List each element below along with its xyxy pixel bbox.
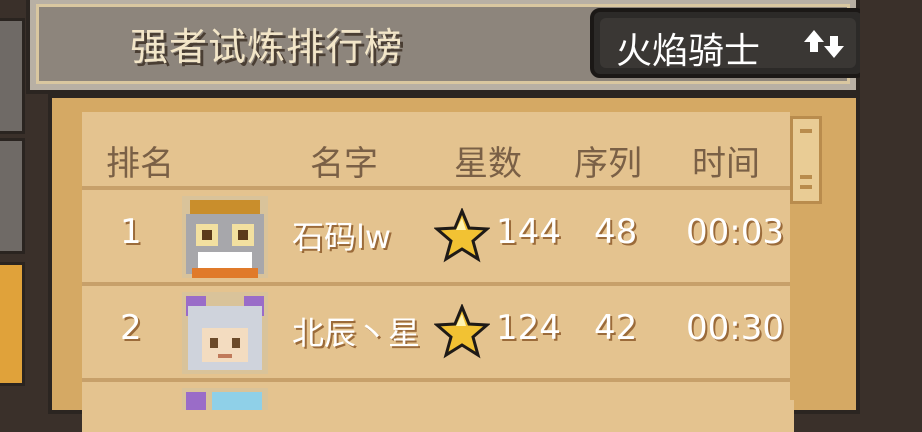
- row-rank: 1: [120, 212, 142, 252]
- row-time: 00:03: [686, 212, 784, 252]
- leaderboard-header: 强者试炼排行榜 火焰骑士: [26, 0, 866, 94]
- table-row[interactable]: [82, 378, 794, 410]
- hero-select-button[interactable]: 火焰骑士: [590, 8, 866, 78]
- scroll-grip: [800, 129, 812, 133]
- row-stars: 124: [496, 308, 561, 348]
- column-sequence: 序列: [574, 144, 642, 184]
- right-edge: [860, 0, 922, 400]
- side-tab-2[interactable]: [0, 138, 25, 254]
- player-avatar: [182, 196, 268, 278]
- column-rank: 排名: [106, 144, 174, 184]
- row-sequence: 42: [594, 308, 638, 348]
- swap-arrows-icon: [804, 30, 844, 58]
- scroll-grip: [800, 175, 812, 179]
- star-icon: [434, 208, 490, 263]
- player-avatar: [182, 388, 268, 410]
- table-row[interactable]: 2 北辰丶星 124 42 00:30: [82, 282, 794, 374]
- table-row[interactable]: 1 石码lw 144 48 00:03: [82, 186, 794, 278]
- side-tab-3[interactable]: [0, 262, 25, 386]
- hero-name-label: 火焰骑士: [616, 31, 761, 72]
- row-sequence: 48: [594, 212, 638, 252]
- scroll-grip: [800, 185, 812, 189]
- scroll-thumb[interactable]: [790, 116, 822, 204]
- row-stars: 144: [496, 212, 561, 252]
- scrollbar[interactable]: [790, 110, 822, 400]
- page-title: 强者试炼排行榜: [130, 25, 404, 69]
- column-time: 时间: [692, 144, 760, 184]
- row-player-name: 石码lw: [292, 218, 392, 256]
- column-name: 名字: [310, 144, 378, 184]
- player-avatar: [182, 292, 268, 374]
- row-player-name: 北辰丶星: [292, 314, 421, 352]
- row-rank: 2: [120, 308, 142, 348]
- star-icon: [434, 304, 490, 359]
- column-stars: 星数: [454, 144, 522, 184]
- row-time: 00:30: [686, 308, 784, 348]
- side-tab-1[interactable]: [0, 18, 25, 134]
